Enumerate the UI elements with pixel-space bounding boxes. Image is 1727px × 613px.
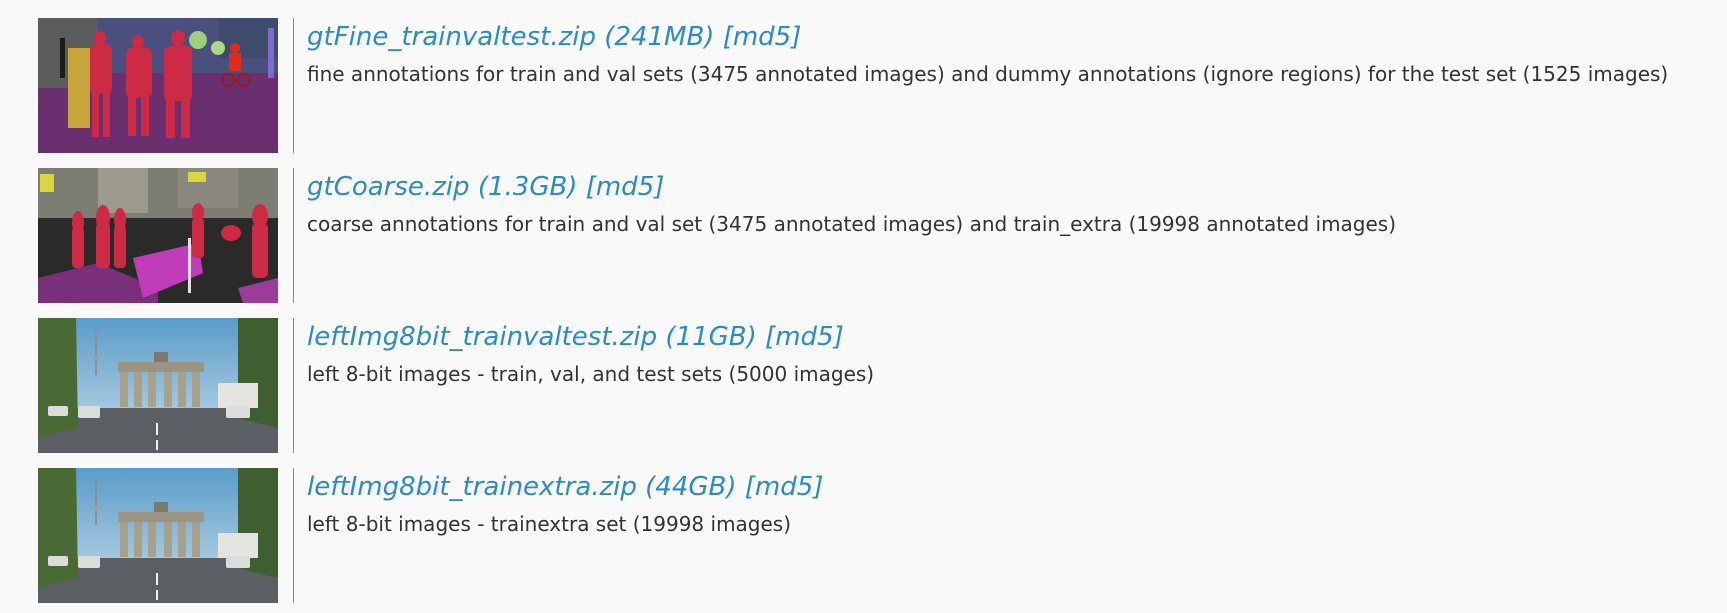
download-link-leftimg8bit-trainvaltest[interactable]: leftImg8bit_trainvaltest.zip (11GB) [md5… <box>307 320 844 354</box>
download-link-gtcoarse[interactable]: gtCoarse.zip (1.3GB) [md5] <box>307 170 664 204</box>
download-item-gtfine: gtFine_trainvaltest.zip (241MB) [md5] fi… <box>38 18 1727 153</box>
download-link-leftimg8bit-trainextra[interactable]: leftImg8bit_trainextra.zip (44GB) [md5] <box>307 470 823 504</box>
download-description: coarse annotations for train and val set… <box>307 212 1397 236</box>
download-item-leftimg8bit-trainvaltest: leftImg8bit_trainvaltest.zip (11GB) [md5… <box>38 318 1727 453</box>
gtcoarse-thumbnail <box>38 168 278 303</box>
leftimg8bit-trainvaltest-thumbnail <box>38 318 278 453</box>
row-divider <box>293 468 294 603</box>
download-item-leftimg8bit-trainextra: leftImg8bit_trainextra.zip (44GB) [md5] … <box>38 468 1727 603</box>
gtfine-thumbnail <box>38 18 278 153</box>
row-divider <box>293 18 294 153</box>
download-description: fine annotations for train and val sets … <box>307 62 1669 86</box>
download-info: gtFine_trainvaltest.zip (241MB) [md5] fi… <box>307 20 1727 91</box>
download-link-gtfine[interactable]: gtFine_trainvaltest.zip (241MB) [md5] <box>307 20 801 54</box>
download-info: leftImg8bit_trainextra.zip (44GB) [md5] … <box>307 470 1727 541</box>
download-description: left 8-bit images - train, val, and test… <box>307 362 875 386</box>
row-divider <box>293 168 294 303</box>
download-item-gtcoarse: gtCoarse.zip (1.3GB) [md5] coarse annota… <box>38 168 1727 303</box>
download-info: gtCoarse.zip (1.3GB) [md5] coarse annota… <box>307 170 1727 241</box>
row-divider <box>293 318 294 453</box>
download-info: leftImg8bit_trainvaltest.zip (11GB) [md5… <box>307 320 1727 391</box>
download-description: left 8-bit images - trainextra set (1999… <box>307 512 792 536</box>
leftimg8bit-trainextra-thumbnail <box>38 468 278 603</box>
